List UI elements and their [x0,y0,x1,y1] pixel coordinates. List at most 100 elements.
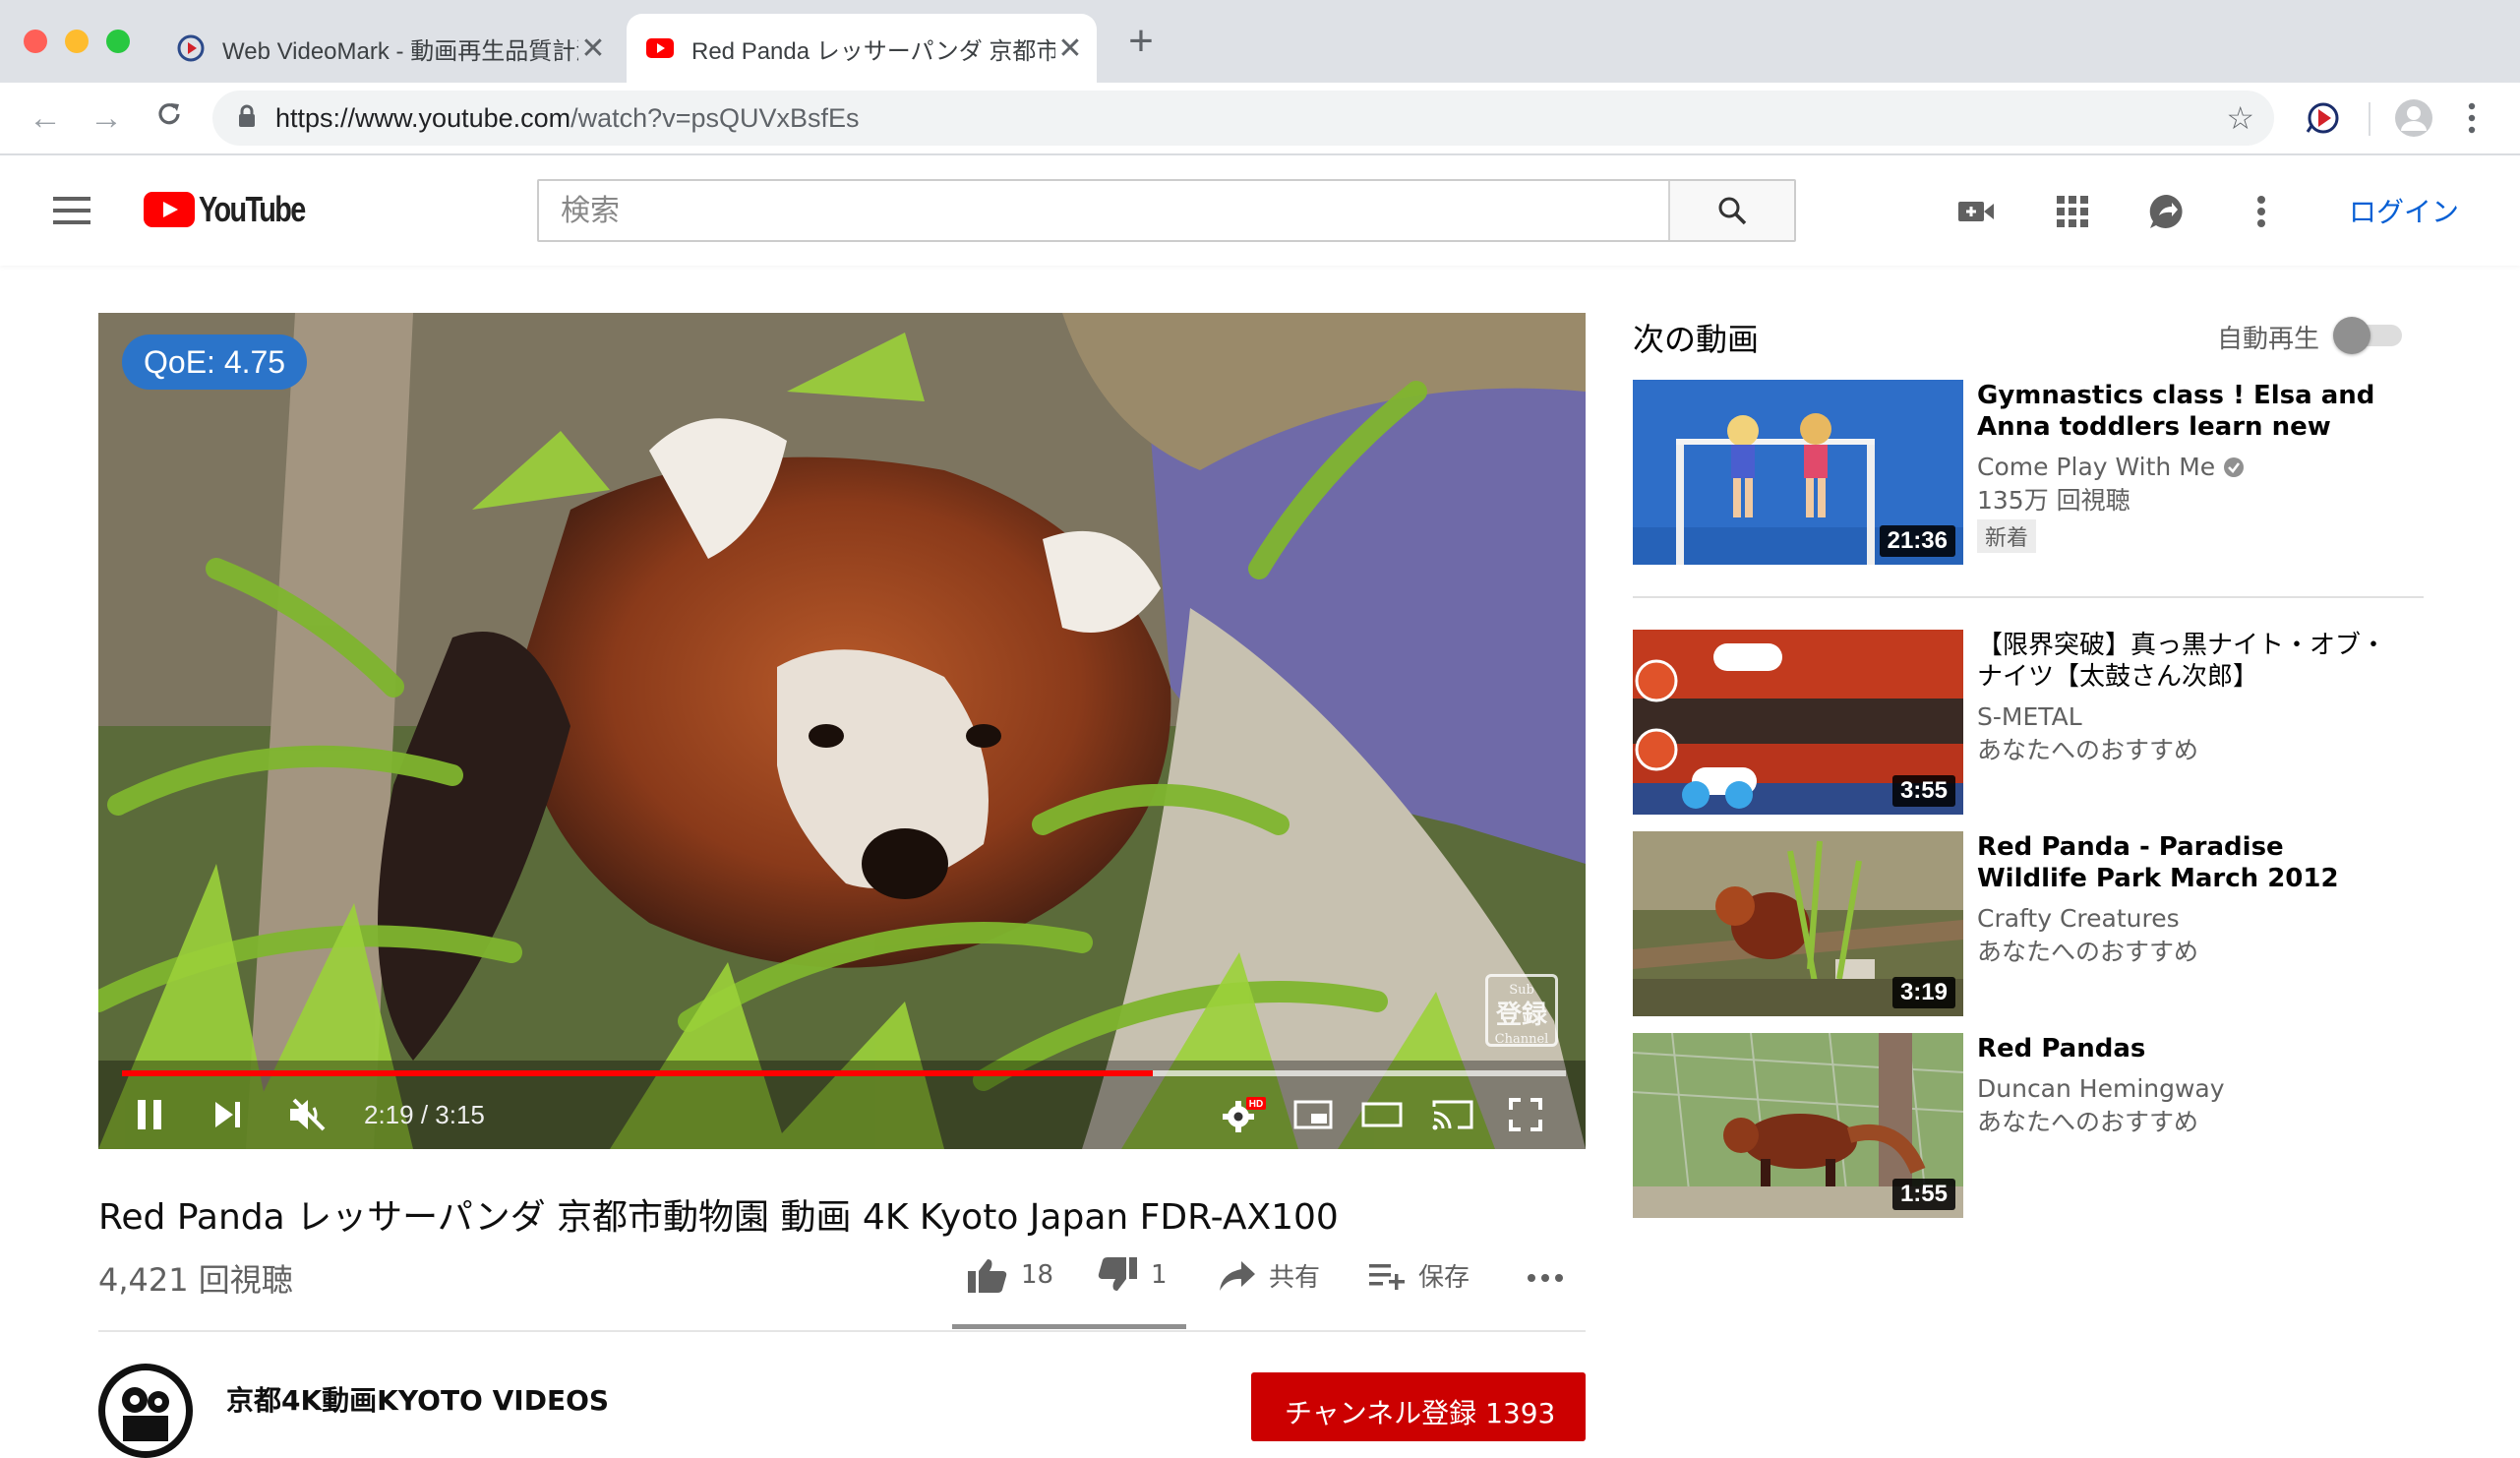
video-title: Red Panda レッサーパンダ 京都市動物園 動画 4K Kyoto Jap… [98,1197,1339,1238]
videomark-extension-icon[interactable] [2304,98,2343,143]
video-frame-red-panda [98,313,1586,1149]
more-actions-button[interactable] [1527,1273,1564,1283]
video-thumbnail[interactable]: 3:55 [1633,630,1963,815]
create-video-icon[interactable] [1955,191,1997,232]
watermark-text-mid: 登録 [1495,1001,1547,1030]
apps-grid-icon[interactable] [2052,191,2093,232]
settings-button[interactable]: HD [1220,1092,1269,1137]
save-button[interactable]: 保存 [1369,1257,1470,1294]
recommendation-item[interactable]: 3:55 【限界突破】真っ黒ナイト・オブ・ナイツ【太鼓さん次郎】 S-METAL… [1633,630,2424,815]
share-arrow-icon [1220,1260,1255,1291]
video-player[interactable]: QoE: 4.75 Sub 登録 Channel 2:19 / 3:15 HD [98,313,1586,1149]
recommendation-title[interactable]: Red Pandas [1977,1033,2390,1064]
recommendation-views: 135万 回視聴 [1977,486,2130,515]
like-button[interactable]: 18 [968,1257,1053,1293]
new-badge: 新着 [1977,519,2037,553]
search-icon [1718,197,1747,225]
settings-menu-icon[interactable] [2241,191,2282,232]
like-ratio-bar [952,1324,1186,1329]
pause-icon [138,1100,161,1129]
theater-mode-button[interactable] [1357,1092,1407,1137]
search-button[interactable] [1668,181,1794,240]
next-button[interactable] [207,1092,250,1137]
browser-menu-icon[interactable] [2467,100,2477,141]
fullscreen-button[interactable] [1501,1092,1550,1137]
youtube-masthead: YouTube ログイン [0,155,2520,266]
tab-web-videomark[interactable]: Web VideoMark - 動画再生品質計測 ✕ [157,14,620,83]
url-text: https://www.youtube.com/watch?v=psQUVxBs… [275,102,860,133]
recommendation-channel: Crafty Creatures [1977,904,2180,933]
svg-text:HD: HD [1249,1099,1263,1110]
thumbs-down-icon [1098,1257,1137,1291]
video-duration: 21:36 [1879,525,1955,557]
autoplay-toggle[interactable] [2333,317,2406,354]
dislike-button[interactable]: 1 [1098,1257,1168,1293]
playlist-add-icon [1369,1263,1405,1290]
tab-youtube-video[interactable]: Red Panda レッサーパンダ 京都市動物園 ✕ [627,14,1097,83]
recommendation-channel: Duncan Hemingway [1977,1074,2225,1103]
fullscreen-icon [1509,1098,1542,1131]
profile-avatar-icon[interactable] [2394,98,2433,143]
messages-icon[interactable] [2146,191,2188,232]
subscribe-label: チャンネル登録 [1285,1397,1477,1429]
camera-logo-icon [122,1387,169,1441]
browser-tab-bar: Web VideoMark - 動画再生品質計測 ✕ Red Panda レッサ… [0,0,2520,83]
search-box [537,179,1796,242]
window-minimize-button[interactable] [65,30,89,53]
subscribe-button[interactable]: チャンネル登録 1393 [1251,1372,1586,1441]
recommendation-views: あなたへのおすすめ [1977,938,2199,966]
recommendation-item[interactable]: 3:19 Red Panda - Paradise Wildlife Park … [1633,831,2424,1016]
channel-avatar[interactable] [98,1364,193,1458]
share-button[interactable]: 共有 [1220,1257,1320,1294]
video-thumbnail[interactable]: 1:55 [1633,1033,1963,1218]
save-label: 保存 [1418,1263,1470,1293]
gear-hd-icon: HD [1223,1097,1266,1132]
video-thumbnail[interactable]: 3:19 [1633,831,1963,1016]
lock-icon [238,104,256,133]
cast-button[interactable] [1428,1092,1477,1137]
forward-arrow-icon[interactable]: → [87,98,126,138]
mute-button[interactable] [285,1092,332,1137]
back-arrow-icon[interactable]: ← [26,98,65,138]
recommendation-title[interactable]: Gymnastics class ! Elsa and Anna toddler… [1977,380,2390,443]
new-tab-plus-icon[interactable]: + [1121,20,1161,63]
miniplayer-icon [1293,1100,1333,1129]
video-duration: 1:55 [1891,1179,1955,1210]
pause-button[interactable] [128,1092,171,1137]
recommendation-title[interactable]: 【限界突破】真っ黒ナイト・オブ・ナイツ【太鼓さん次郎】 [1977,630,2390,693]
player-controls: 2:19 / 3:15 HD [98,1082,1586,1147]
progress-played [122,1070,1154,1076]
youtube-play-logo-icon [144,192,195,227]
view-count: 4,421 回視聴 [98,1261,293,1299]
next-track-icon [215,1102,240,1127]
theater-mode-icon [1361,1102,1403,1127]
login-link[interactable]: ログイン [2349,191,2459,230]
window-zoom-button[interactable] [106,30,130,53]
recommendation-views: あなたへのおすすめ [1977,736,2199,764]
address-bar[interactable]: https://www.youtube.com/watch?v=psQUVxBs… [212,91,2274,146]
watermark-text-bottom: Channel [1494,1032,1549,1047]
tab-title: Red Panda レッサーパンダ 京都市動物園 [691,37,1055,65]
channel-name[interactable]: 京都4K動画KYOTO VIDEOS [226,1379,609,1419]
progress-bar[interactable] [122,1070,1566,1076]
recommendation-item[interactable]: 21:36 Gymnastics class ! Elsa and Anna t… [1633,380,2424,565]
reload-icon[interactable] [150,98,189,138]
watermark-text-top: Sub [1509,983,1534,998]
tab-close-icon[interactable]: ✕ [1055,31,1085,66]
subscribe-watermark[interactable]: Sub 登録 Channel [1485,974,1558,1047]
guide-menu-icon[interactable] [53,197,90,232]
videomark-favicon-icon [177,34,205,62]
video-thumbnail[interactable]: 21:36 [1633,380,1963,565]
search-input[interactable] [539,181,1668,240]
youtube-logo[interactable]: YouTube [144,189,331,230]
sidebar-divider [1633,596,2424,598]
window-close-button[interactable] [24,30,47,53]
recommendation-title[interactable]: Red Panda - Paradise Wildlife Park March… [1977,831,2390,894]
bookmark-star-icon[interactable]: ☆ [2226,102,2254,134]
youtube-wordmark: YouTube [199,189,306,229]
youtube-favicon-icon [646,34,674,62]
recommendation-item[interactable]: 1:55 Red Pandas Duncan Hemingway あなたへのおす… [1633,1033,2424,1218]
verified-check-icon [2224,457,2245,477]
tab-close-icon[interactable]: ✕ [578,31,608,66]
miniplayer-button[interactable] [1289,1092,1338,1137]
